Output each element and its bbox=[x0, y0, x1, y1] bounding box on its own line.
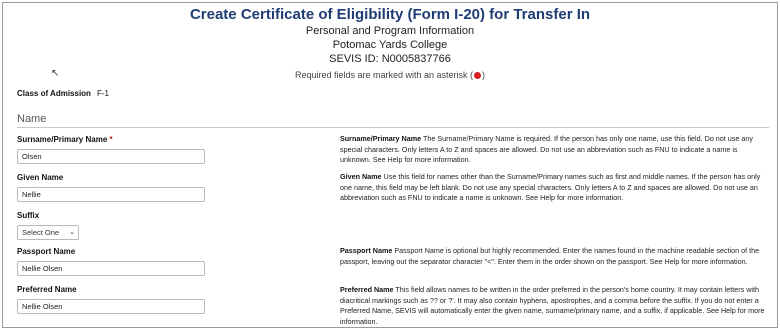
preferred-name-input[interactable]: Nellie Olsen bbox=[17, 299, 205, 314]
passport-name-input[interactable]: Nellie Olsen bbox=[17, 261, 205, 276]
suffix-field-group: Suffix Select One ⌄ bbox=[17, 211, 79, 240]
given-name-input[interactable]: Nellie bbox=[17, 187, 205, 202]
required-asterisk: * bbox=[109, 135, 113, 144]
mouse-pointer-icon: ↖ bbox=[51, 68, 60, 79]
surname-label: Surname/Primary Name * bbox=[17, 135, 205, 145]
class-of-admission: Class of Admission F-1 bbox=[17, 89, 109, 98]
class-of-admission-label: Class of Admission bbox=[17, 89, 91, 98]
required-note-close: ) bbox=[482, 70, 486, 80]
required-fields-note: Required fields are marked with an aster… bbox=[3, 69, 777, 81]
surname-field-group: Surname/Primary Name * Olsen bbox=[17, 135, 205, 164]
school-name: Potomac Yards College bbox=[332, 39, 448, 51]
given-name-help: Given Name Use this field for names othe… bbox=[340, 172, 768, 204]
passport-name-help-title: Passport Name bbox=[340, 246, 393, 255]
surname-input[interactable]: Olsen bbox=[17, 149, 205, 164]
preferred-name-field-group: Preferred Name Nellie Olsen bbox=[17, 285, 205, 314]
given-name-help-text: Use this field for names other than the … bbox=[340, 172, 761, 202]
given-name-label: Given Name bbox=[17, 173, 64, 182]
red-dot-icon bbox=[474, 72, 482, 80]
page-header: Create Certificate of Eligibility (Form … bbox=[3, 3, 777, 81]
surname-help-title: Surname/Primary Name bbox=[340, 134, 422, 143]
page-subtitle: Personal and Program Information bbox=[305, 25, 475, 37]
section-heading-name: Name bbox=[17, 113, 769, 128]
given-name-help-title: Given Name bbox=[340, 172, 382, 181]
page-title: Create Certificate of Eligibility (Form … bbox=[189, 6, 591, 23]
suffix-label: Suffix bbox=[17, 211, 40, 220]
chevron-down-icon: ⌄ bbox=[69, 229, 75, 236]
class-of-admission-value: F-1 bbox=[96, 89, 109, 98]
surname-help: Surname/Primary Name The Surname/Primary… bbox=[340, 134, 768, 166]
surname-label-text: Surname/Primary Name bbox=[17, 135, 108, 144]
passport-name-label: Passport Name bbox=[17, 247, 76, 256]
preferred-name-label: Preferred Name bbox=[17, 285, 77, 294]
passport-name-help: Passport Name Passport Name is optional … bbox=[340, 246, 768, 267]
preferred-name-help: Preferred Name This field allows names t… bbox=[340, 285, 768, 327]
required-note-text: Required fields are marked with an aster… bbox=[294, 70, 474, 80]
form-window: Create Certificate of Eligibility (Form … bbox=[2, 2, 778, 328]
suffix-select[interactable]: Select One ⌄ bbox=[17, 225, 79, 240]
suffix-selected-value: Select One bbox=[22, 228, 60, 237]
sevis-id: SEVIS ID: N0005837766 bbox=[329, 53, 451, 65]
given-name-field-group: Given Name Nellie bbox=[17, 173, 205, 202]
passport-name-help-text: Passport Name is optional but highly rec… bbox=[340, 246, 760, 266]
preferred-name-help-title: Preferred Name bbox=[340, 285, 394, 294]
preferred-name-help-text: This field allows names to be written in… bbox=[340, 285, 765, 326]
passport-name-field-group: Passport Name Nellie Olsen bbox=[17, 247, 205, 276]
